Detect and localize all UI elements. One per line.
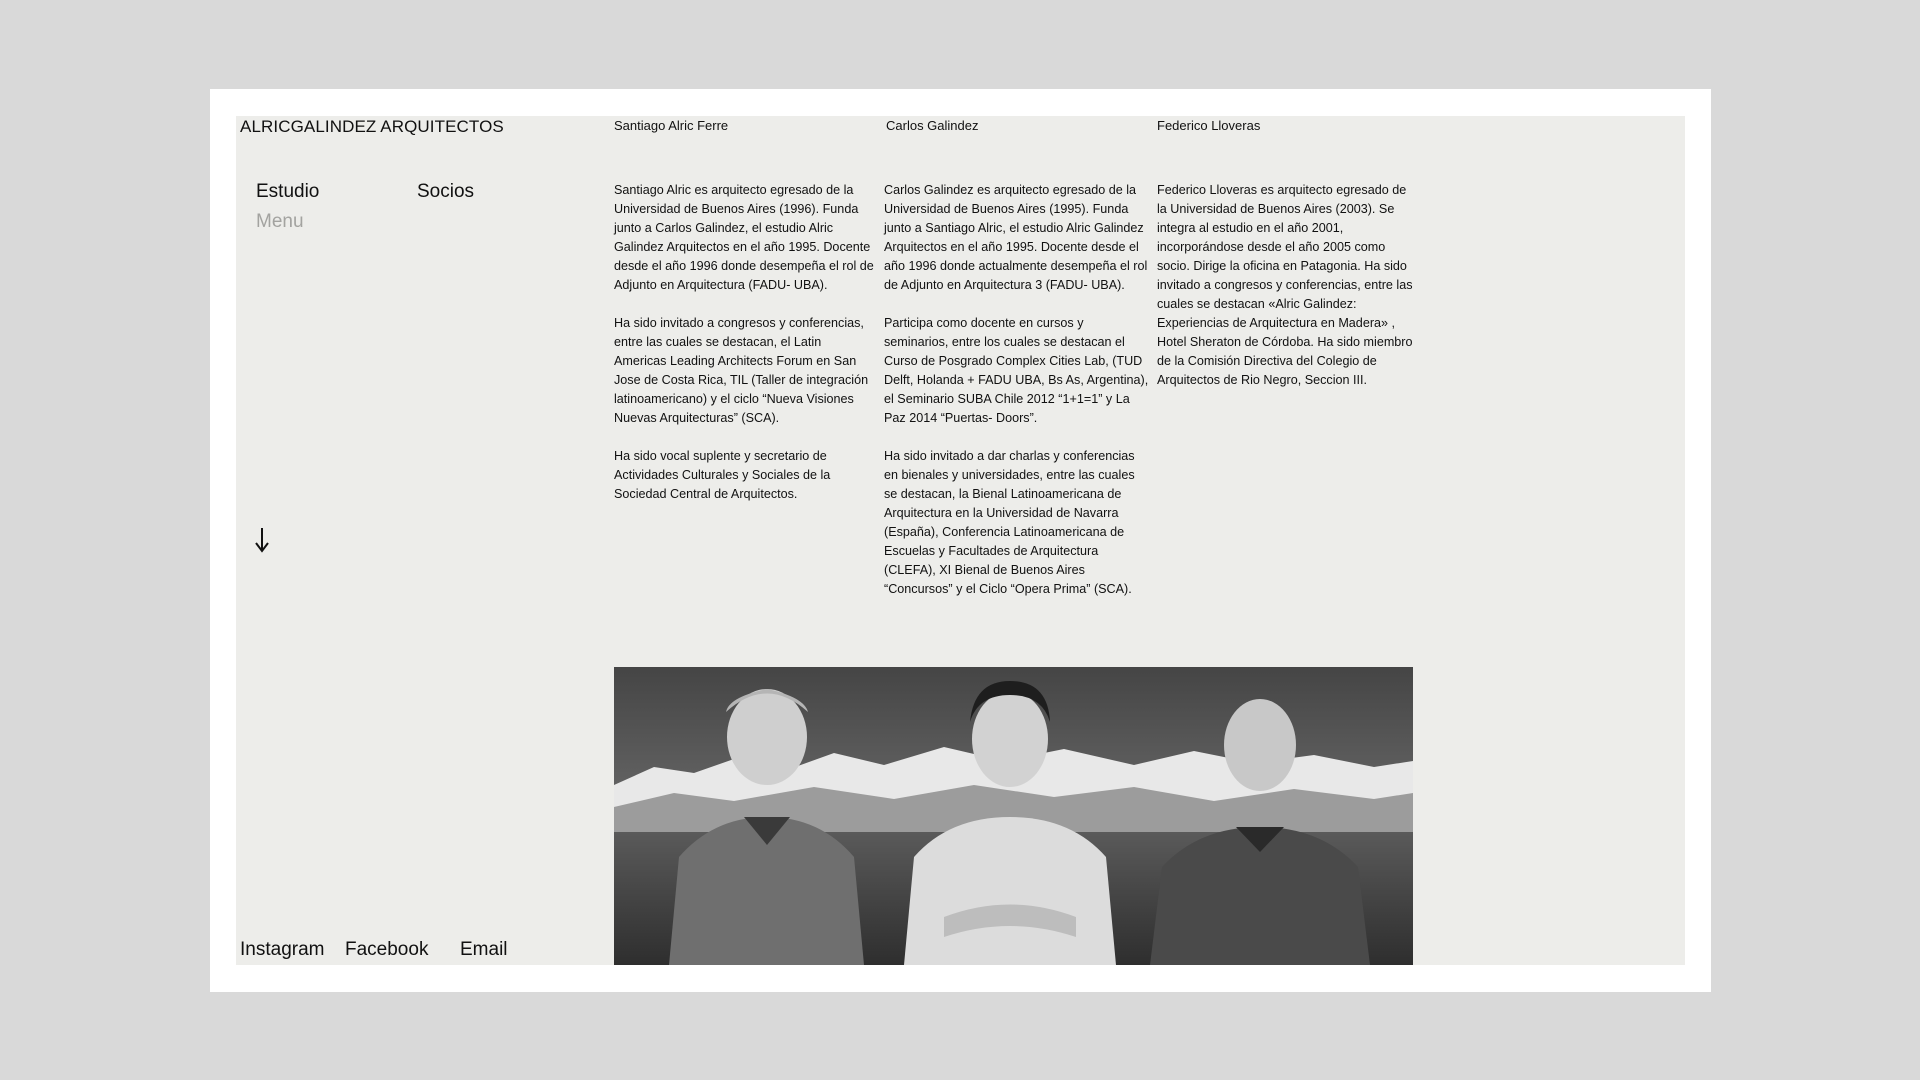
bio-paragraph: Ha sido invitado a dar charlas y confere… xyxy=(884,449,1135,596)
email-link[interactable]: Email xyxy=(460,939,508,961)
partner-bio: Carlos Galindez es arquitecto egresado d… xyxy=(884,181,1149,618)
partners-photo-illustration xyxy=(614,667,1413,965)
bio-paragraph: Ha sido invitado a congresos y conferenc… xyxy=(614,316,869,425)
bio-paragraph: Santiago Alric es arquitecto egresado de… xyxy=(614,183,874,292)
facebook-link[interactable]: Facebook xyxy=(345,939,428,961)
bio-paragraph: Carlos Galindez es arquitecto egresado d… xyxy=(884,183,1148,292)
nav-menu[interactable]: Menu xyxy=(256,211,304,233)
bio-paragraph: Participa como docente en cursos y semin… xyxy=(884,316,1149,425)
partner-bio: Federico Lloveras es arquitecto egresado… xyxy=(1157,181,1415,409)
partners-photo xyxy=(614,667,1413,965)
page: ALRICGALINDEZ ARQUITECTOS Estudio Socios… xyxy=(236,116,1685,965)
bio-paragraph: Ha sido vocal suplente y secretario de A… xyxy=(614,449,831,501)
partner-name: Santiago Alric Ferre xyxy=(614,118,729,133)
nav-estudio[interactable]: Estudio xyxy=(256,181,319,203)
arrow-down-icon[interactable] xyxy=(254,526,270,554)
partner-name: Federico Lloveras xyxy=(1157,118,1261,133)
nav-socios[interactable]: Socios xyxy=(417,181,474,203)
bio-paragraph: Federico Lloveras es arquitecto egresado… xyxy=(1157,183,1413,387)
partner-bio: Santiago Alric es arquitecto egresado de… xyxy=(614,181,876,523)
brand-logo[interactable]: ALRICGALINDEZ ARQUITECTOS xyxy=(240,117,504,137)
partner-name: Carlos Galindez xyxy=(886,118,979,133)
instagram-link[interactable]: Instagram xyxy=(240,939,324,961)
